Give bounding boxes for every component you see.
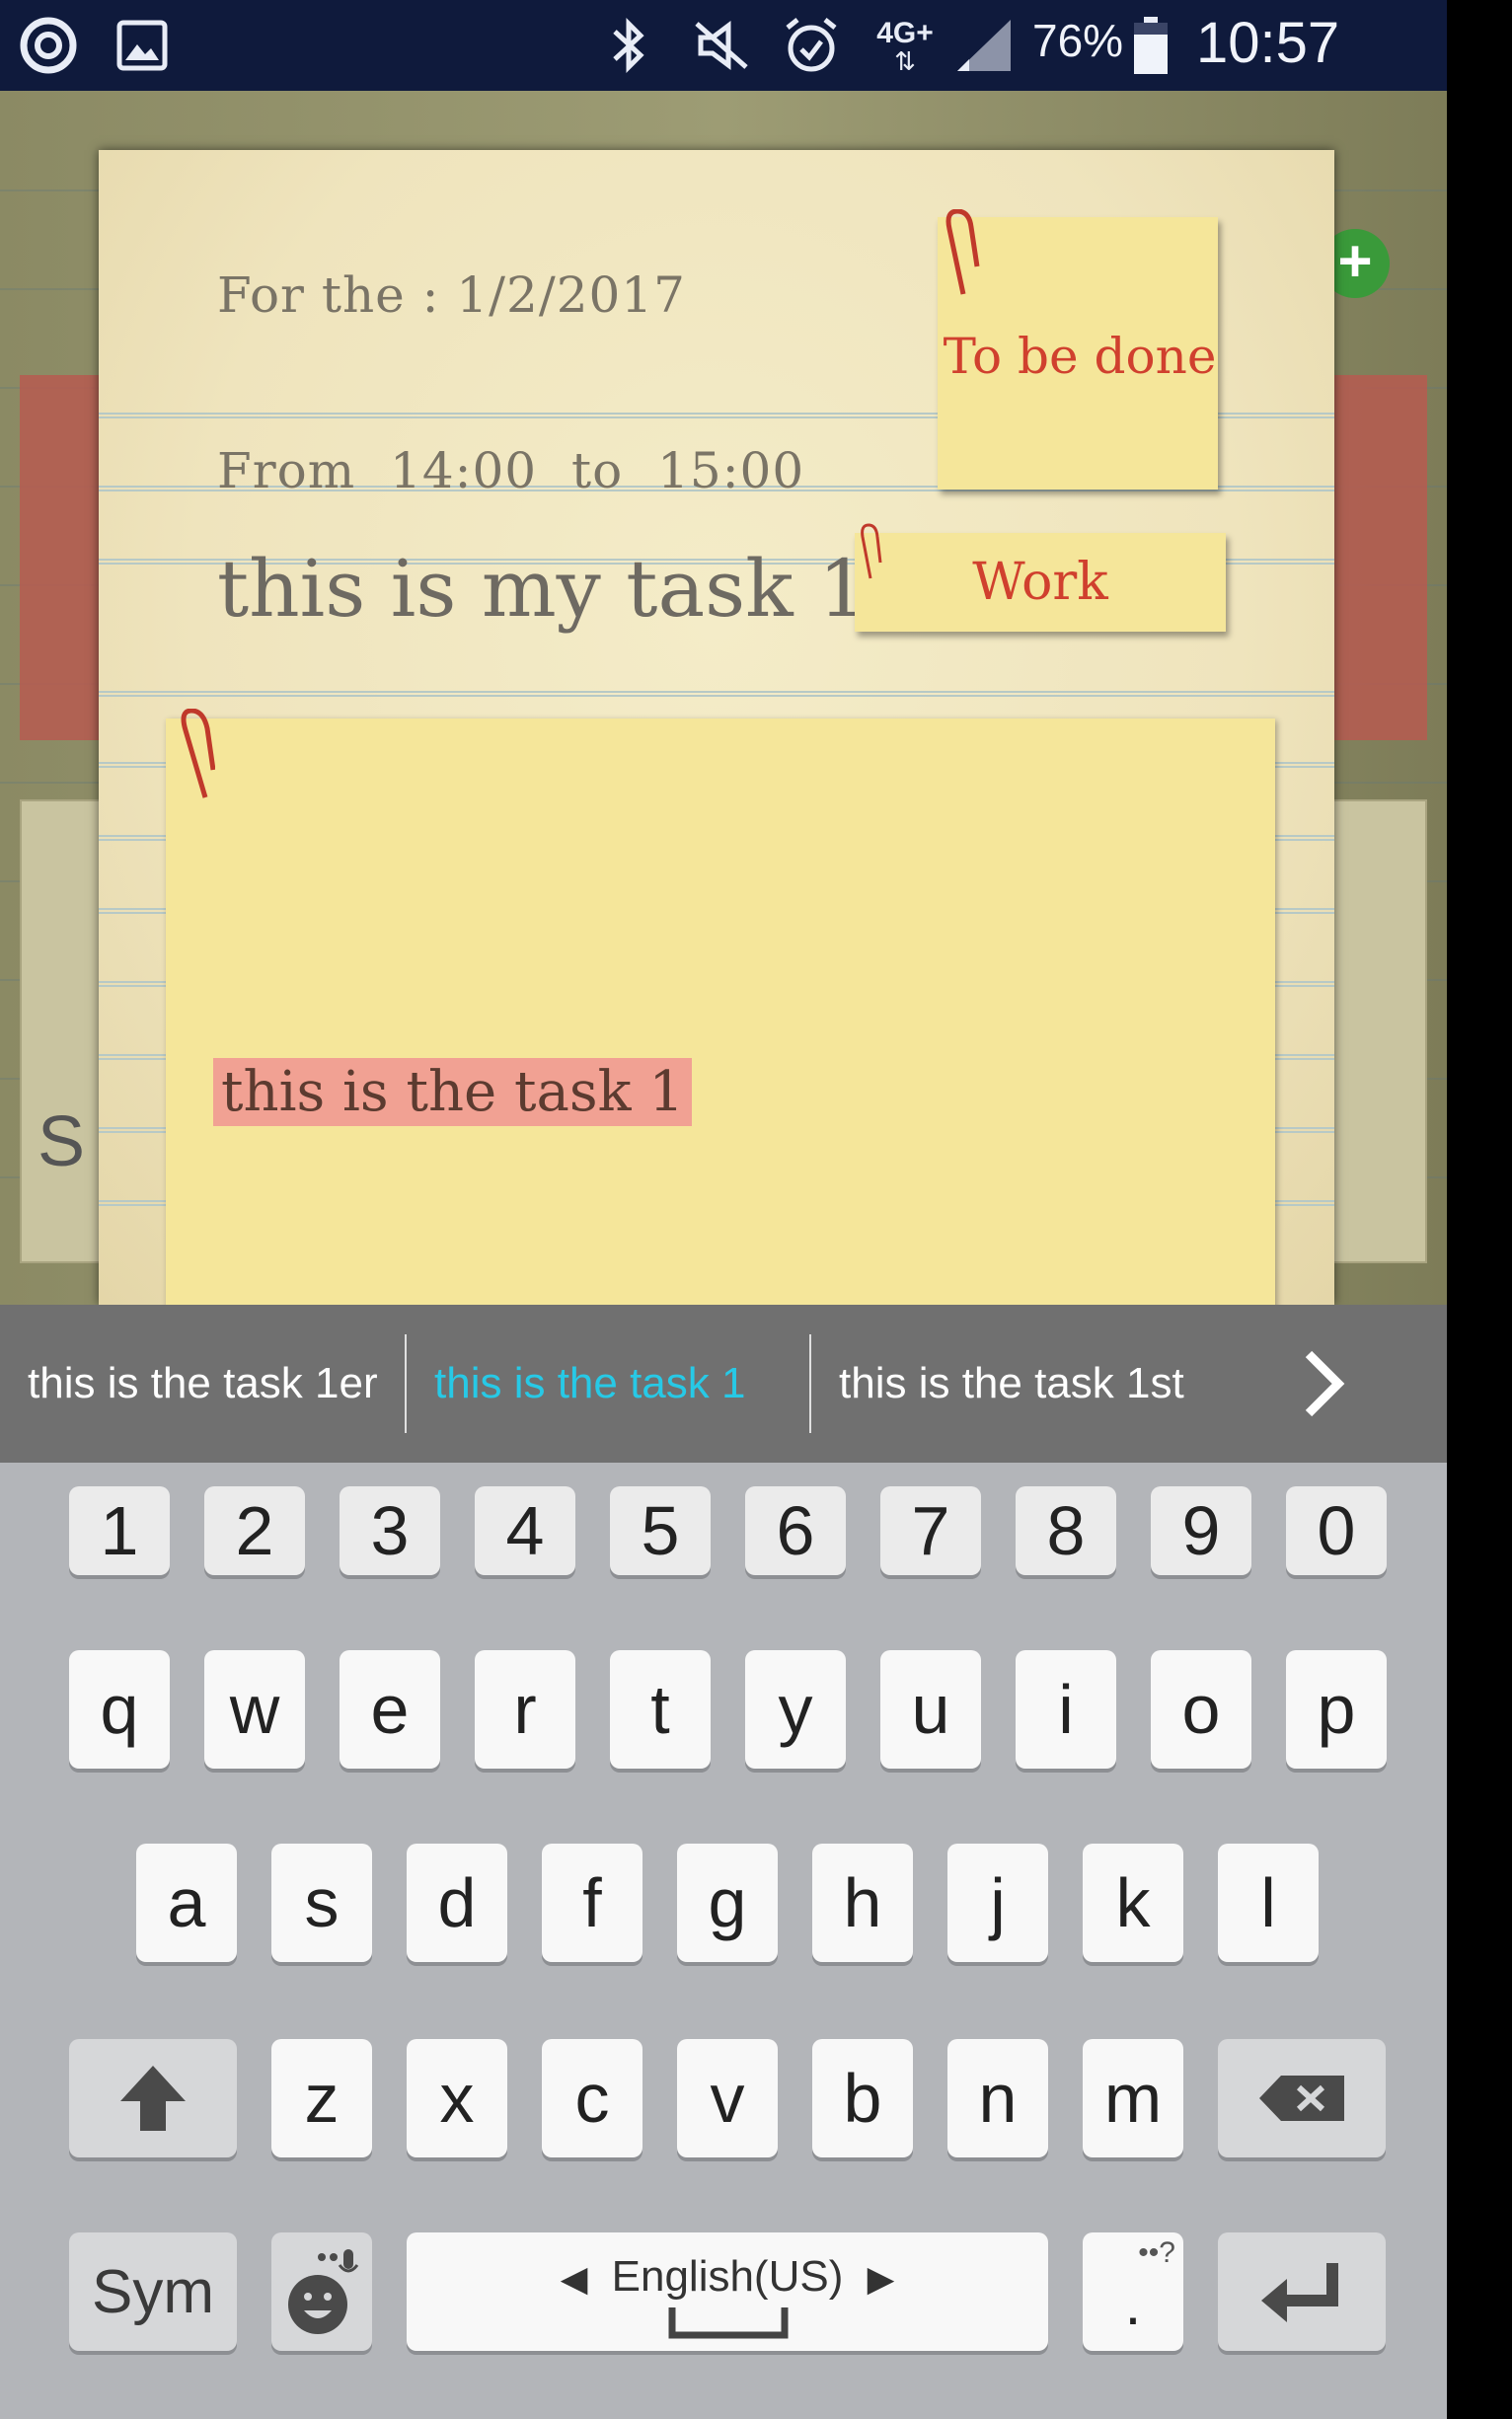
key-n[interactable]: n (947, 2039, 1048, 2157)
task-title[interactable]: this is my task 1 (217, 543, 869, 635)
key-3[interactable]: 3 (340, 1486, 440, 1575)
bluetooth-icon (604, 16, 653, 75)
note-text-input[interactable]: this is the task 1 (213, 1058, 692, 1126)
background-card (1328, 799, 1427, 1263)
key-z[interactable]: z (271, 2039, 372, 2157)
key-h[interactable]: h (812, 1844, 913, 1962)
language-next-icon: ▶ (867, 2258, 895, 2299)
background-card (1328, 375, 1427, 740)
sym-key[interactable]: Sym (69, 2232, 237, 2351)
shift-icon (120, 2066, 186, 2131)
period-hint: ••? (1138, 2236, 1175, 2269)
key-f[interactable]: f (542, 1844, 643, 1962)
paperclip-icon (181, 709, 215, 798)
key-y[interactable]: y (745, 1650, 846, 1769)
mute-icon (687, 16, 756, 75)
image-icon (113, 16, 172, 75)
key-e[interactable]: e (340, 1650, 440, 1769)
key-o[interactable]: o (1151, 1650, 1251, 1769)
key-l[interactable]: l (1218, 1844, 1319, 1962)
shift-key[interactable] (69, 2039, 237, 2157)
status-sticky[interactable]: To be done (938, 209, 1218, 490)
key-c[interactable]: c (542, 2039, 643, 2157)
status-bar: 4G+ ⇅ 76% 10:57 (0, 0, 1447, 91)
key-p[interactable]: p (1286, 1650, 1387, 1769)
screen-edge (1447, 0, 1512, 2419)
key-r[interactable]: r (475, 1650, 575, 1769)
emoji-key[interactable] (271, 2232, 372, 2351)
key-w[interactable]: w (204, 1650, 305, 1769)
clock: 10:57 (1196, 11, 1340, 75)
key-d[interactable]: d (407, 1844, 507, 1962)
period-label: . (1124, 2270, 1142, 2337)
category-label: Work (972, 553, 1108, 612)
task-time-range[interactable]: From 14:00 to 15:00 (217, 442, 804, 499)
task-detail-page: For the : 1/2/2017 From 14:00 to 15:00 t… (99, 150, 1334, 1305)
key-5[interactable]: 5 (610, 1486, 711, 1575)
key-4[interactable]: 4 (475, 1486, 575, 1575)
key-a[interactable]: a (136, 1844, 237, 1962)
language-prev-icon: ◀ (560, 2258, 588, 2299)
key-q[interactable]: q (69, 1650, 170, 1769)
key-9[interactable]: 9 (1151, 1486, 1251, 1575)
note-sticky[interactable]: this is the task 1 (166, 709, 1275, 1305)
background-card (20, 375, 109, 740)
background-card (20, 799, 109, 1263)
space-bar-icon (668, 2307, 789, 2339)
network-icon: 4G+ ⇅ (876, 17, 934, 76)
key-6[interactable]: 6 (745, 1486, 846, 1575)
key-g[interactable]: g (677, 1844, 778, 1962)
keyboard: 1 2 3 4 5 6 7 8 9 0 q w e r t y u i o p … (0, 1463, 1447, 2419)
language-label: English(US) (611, 2252, 844, 2301)
alarm-icon (780, 16, 843, 75)
battery-percent: 76% (1032, 15, 1124, 66)
status-label: To be done (943, 328, 1217, 385)
key-7[interactable]: 7 (880, 1486, 981, 1575)
paperclip-icon (945, 209, 980, 295)
key-k[interactable]: k (1083, 1844, 1183, 1962)
app-icon (18, 16, 79, 75)
enter-key[interactable] (1218, 2232, 1386, 2351)
key-x[interactable]: x (407, 2039, 507, 2157)
key-b[interactable]: b (812, 2039, 913, 2157)
key-1[interactable]: 1 (69, 1486, 170, 1575)
suggestion-item[interactable]: this is the task 1st (839, 1305, 1184, 1463)
key-t[interactable]: t (610, 1650, 711, 1769)
key-8[interactable]: 8 (1016, 1486, 1116, 1575)
backspace-icon (1259, 2076, 1344, 2121)
key-0[interactable]: 0 (1286, 1486, 1387, 1575)
key-j[interactable]: j (947, 1844, 1048, 1962)
key-v[interactable]: v (677, 2039, 778, 2157)
suggestion-divider (405, 1334, 407, 1433)
backspace-key[interactable] (1218, 2039, 1386, 2157)
suggestion-divider (809, 1334, 811, 1433)
key-m[interactable]: m (1083, 2039, 1183, 2157)
key-2[interactable]: 2 (204, 1486, 305, 1575)
enter-icon (1261, 2263, 1338, 2322)
chevron-right-icon[interactable] (1283, 1344, 1362, 1423)
key-i[interactable]: i (1016, 1650, 1116, 1769)
suggestion-item[interactable]: this is the task 1er (28, 1305, 378, 1463)
key-s[interactable]: s (271, 1844, 372, 1962)
battery-icon (1129, 16, 1172, 75)
suggestion-item-selected[interactable]: this is the task 1 (434, 1305, 745, 1463)
task-date[interactable]: For the : 1/2/2017 (217, 266, 686, 324)
key-u[interactable]: u (880, 1650, 981, 1769)
emoji-icon (288, 2249, 359, 2334)
suggestion-strip: this is the task 1er this is the task 1 … (0, 1305, 1447, 1463)
category-sticky[interactable]: Work (855, 523, 1226, 632)
background-text: S (38, 1102, 86, 1181)
space-key[interactable]: ◀ English(US) ▶ (407, 2232, 1048, 2351)
signal-icon (951, 16, 1015, 75)
period-key[interactable]: ••? . (1083, 2232, 1183, 2351)
